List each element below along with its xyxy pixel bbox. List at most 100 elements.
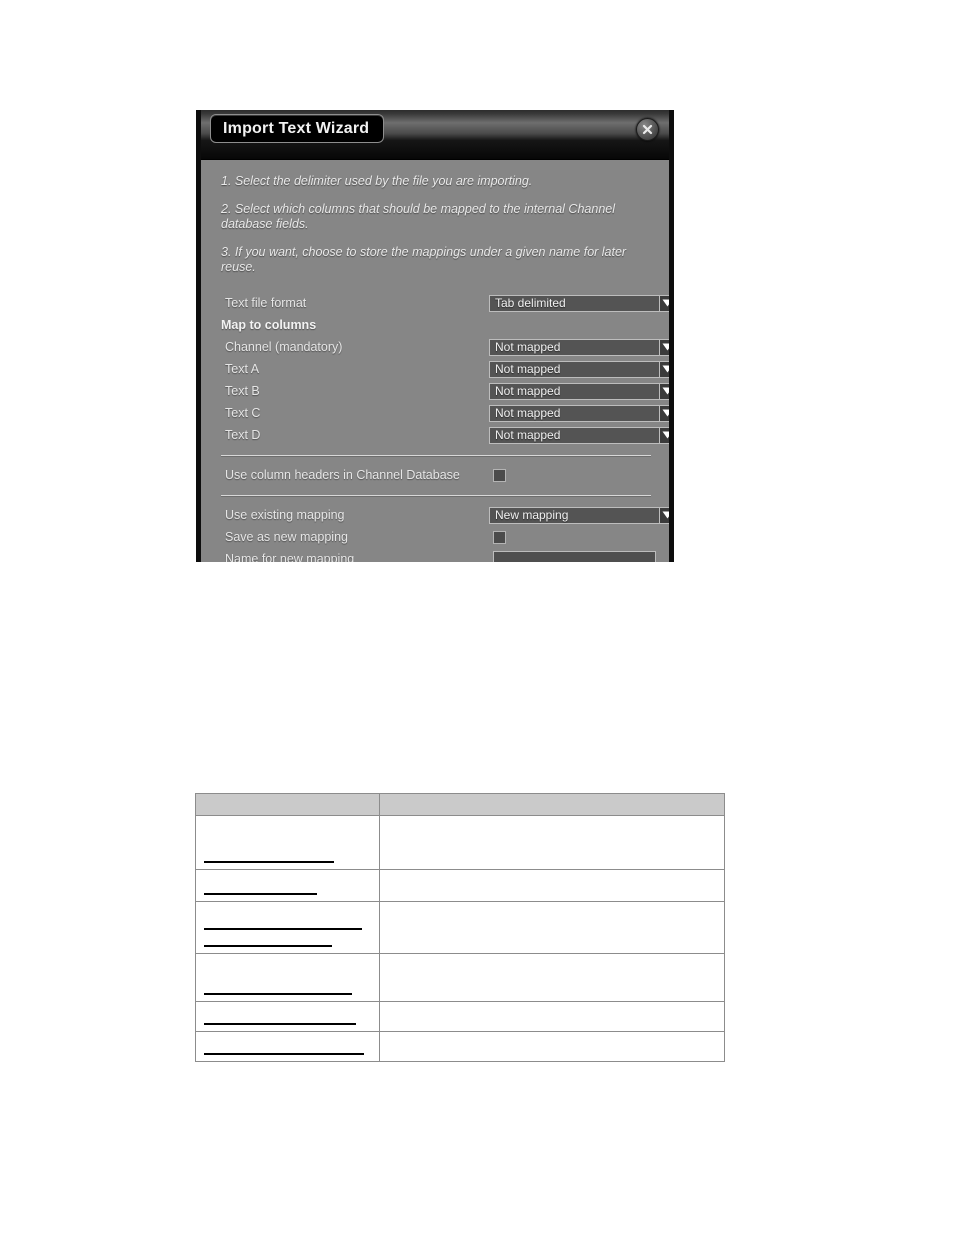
chevron-down-icon[interactable] <box>659 404 669 422</box>
text-d-label: Text D <box>225 428 261 442</box>
row-name-for-new-mapping: Name for new mapping <box>221 548 656 562</box>
row-use-existing-mapping: Use existing mapping New mapping <box>221 504 669 526</box>
chevron-down-icon[interactable] <box>659 360 669 378</box>
text-b-value: Not mapped <box>495 384 561 398</box>
redaction-rule <box>204 1053 364 1055</box>
text-d-value: Not mapped <box>495 428 561 442</box>
table-cell-value <box>379 901 725 954</box>
channel-value: Not mapped <box>495 340 561 354</box>
table-cell-value <box>379 815 725 870</box>
row-map-to-columns-heading: Map to columns <box>221 314 653 336</box>
instructions-block: 1. Select the delimiter used by the file… <box>201 160 669 275</box>
save-as-new-mapping-label: Save as new mapping <box>225 530 348 544</box>
row-text-file-format: Text file format Tab delimited <box>221 292 669 314</box>
import-text-wizard-dialog: Import Text Wizard 1. Select the delimit… <box>196 110 674 562</box>
redaction-rule <box>204 1023 356 1025</box>
redaction-rule <box>204 861 334 863</box>
table-header-cell-2 <box>379 793 725 816</box>
redaction-rule <box>204 928 362 930</box>
text-a-value-field[interactable]: Not mapped <box>489 360 659 378</box>
table-cell-value <box>379 953 725 1002</box>
channel-value-field[interactable]: Not mapped <box>489 338 659 356</box>
row-save-as-new-mapping: Save as new mapping <box>221 526 653 548</box>
redacted-rules <box>196 847 379 869</box>
table-header-cell-1 <box>195 793 380 816</box>
dialog-body: 1. Select the delimiter used by the file… <box>201 160 669 562</box>
table-row <box>195 901 725 954</box>
instruction-step-2: 2. Select which columns that should be m… <box>221 202 615 231</box>
row-text-b: Text B Not mapped <box>221 380 669 402</box>
text-b-dropdown[interactable]: Not mapped <box>489 382 669 400</box>
table-cell-label <box>195 1031 380 1062</box>
instruction-step-1: 1. Select the delimiter used by the file… <box>221 174 533 188</box>
table-cell-label <box>195 953 380 1002</box>
text-c-value: Not mapped <box>495 406 561 420</box>
redaction-rule <box>204 993 352 995</box>
text-file-format-dropdown[interactable]: Tab delimited <box>489 294 669 312</box>
use-existing-mapping-dropdown[interactable]: New mapping <box>489 506 669 524</box>
name-for-new-mapping-label: Name for new mapping <box>225 552 355 562</box>
text-d-value-field[interactable]: Not mapped <box>489 426 659 444</box>
map-to-columns-label: Map to columns <box>221 318 317 332</box>
save-as-new-mapping-checkbox[interactable] <box>493 530 506 544</box>
channel-label: Channel (mandatory) <box>225 340 343 354</box>
text-b-value-field[interactable]: Not mapped <box>489 382 659 400</box>
text-file-format-value: Tab delimited <box>495 296 566 310</box>
dialog-title-pill: Import Text Wizard <box>210 114 385 143</box>
table-cell-value <box>379 1001 725 1032</box>
use-existing-mapping-label: Use existing mapping <box>225 508 345 522</box>
mapping-form: Text file format Tab delimited Map to co… <box>201 288 669 562</box>
section-divider-2 <box>221 495 651 496</box>
use-existing-mapping-value-field[interactable]: New mapping <box>489 506 659 524</box>
table-cell-value <box>379 1031 725 1062</box>
use-column-headers-checkbox[interactable] <box>493 468 506 482</box>
row-text-d: Text D Not mapped <box>221 424 669 446</box>
chevron-down-icon[interactable] <box>659 426 669 444</box>
text-c-value-field[interactable]: Not mapped <box>489 404 659 422</box>
table-cell-label <box>195 1001 380 1032</box>
table-cell-label <box>195 815 380 870</box>
redacted-rules <box>196 879 379 901</box>
chevron-down-icon[interactable] <box>659 506 669 524</box>
table-cell-label <box>195 869 380 902</box>
use-existing-mapping-value: New mapping <box>495 508 569 522</box>
table-row <box>195 869 725 902</box>
redacted-rules <box>196 920 379 953</box>
section-divider-1 <box>221 455 651 456</box>
table-row <box>195 815 725 870</box>
row-text-c: Text C Not mapped <box>221 402 669 424</box>
table-row <box>195 1031 725 1062</box>
dialog-title: Import Text Wizard <box>223 119 370 137</box>
use-column-headers-label: Use column headers in Channel Database <box>225 468 460 482</box>
redacted-rules <box>196 985 379 1001</box>
chevron-down-icon[interactable] <box>659 294 669 312</box>
text-file-format-value-field[interactable]: Tab delimited <box>489 294 659 312</box>
instruction-step-3: 3. If you want, choose to store the mapp… <box>221 245 627 274</box>
chevron-down-icon[interactable] <box>659 338 669 356</box>
channel-dropdown[interactable]: Not mapped <box>489 338 669 356</box>
table-row <box>195 1001 725 1032</box>
redacted-rules <box>196 1043 379 1061</box>
chevron-down-icon[interactable] <box>659 382 669 400</box>
text-file-format-label: Text file format <box>225 296 307 310</box>
redaction-rule <box>204 893 317 895</box>
text-b-label: Text B <box>225 384 260 398</box>
table-cell-label <box>195 901 380 954</box>
text-a-dropdown[interactable]: Not mapped <box>489 360 669 378</box>
text-c-dropdown[interactable]: Not mapped <box>489 404 669 422</box>
table-cell-value <box>379 869 725 902</box>
table-body <box>195 793 725 1062</box>
redaction-rule <box>204 945 332 947</box>
text-a-label: Text A <box>225 362 260 376</box>
name-for-new-mapping-input[interactable] <box>493 551 656 562</box>
row-channel: Channel (mandatory) Not mapped <box>221 336 669 358</box>
close-circle-icon[interactable] <box>636 118 659 141</box>
text-c-label: Text C <box>225 406 261 420</box>
text-a-value: Not mapped <box>495 362 561 376</box>
redacted-rules <box>196 1013 379 1031</box>
reference-table <box>195 793 725 1062</box>
table-header-row <box>195 793 725 816</box>
row-text-a: Text A Not mapped <box>221 358 669 380</box>
text-d-dropdown[interactable]: Not mapped <box>489 426 669 444</box>
table-row <box>195 953 725 1002</box>
